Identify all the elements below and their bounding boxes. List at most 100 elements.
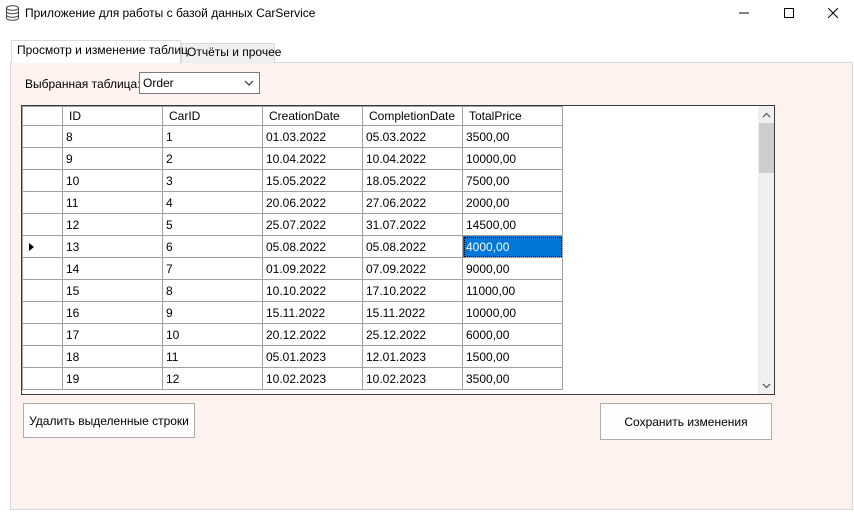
cell-id[interactable]: 19 (62, 367, 163, 390)
cell-completiondate[interactable]: 07.09.2022 (362, 257, 463, 280)
table-row[interactable]: 19 12 10.02.2023 10.02.2023 3500,00 (22, 367, 563, 390)
cell-completiondate[interactable]: 05.08.2022 (362, 235, 463, 258)
cell-id[interactable]: 14 (62, 257, 163, 280)
cell-creationdate[interactable]: 20.12.2022 (262, 323, 363, 346)
cell-totalprice[interactable]: 6000,00 (462, 323, 563, 346)
table-select[interactable]: Order (139, 72, 260, 94)
cell-id[interactable]: 17 (62, 323, 163, 346)
cell-id[interactable]: 8 (62, 125, 163, 148)
save-changes-button[interactable]: Сохранить изменения (600, 403, 772, 440)
cell-creationdate[interactable]: 05.08.2022 (262, 235, 363, 258)
cell-totalprice[interactable]: 2000,00 (462, 191, 563, 214)
cell-creationdate[interactable]: 01.03.2022 (262, 125, 363, 148)
table-row[interactable]: 9 2 10.04.2022 10.04.2022 10000,00 (22, 147, 563, 170)
cell-totalprice[interactable]: 14500,00 (462, 213, 563, 236)
table-row[interactable]: 14 7 01.09.2022 07.09.2022 9000,00 (22, 257, 563, 280)
table-row[interactable]: 17 10 20.12.2022 25.12.2022 6000,00 (22, 323, 563, 346)
delete-selected-rows-button[interactable]: Удалить выделенные строки (23, 403, 195, 438)
cell-completiondate[interactable]: 05.03.2022 (362, 125, 463, 148)
column-header-completiondate[interactable]: CompletionDate (362, 106, 463, 126)
cell-totalprice[interactable]: 7500,00 (462, 169, 563, 192)
cell-creationdate[interactable]: 15.05.2022 (262, 169, 363, 192)
cell-carid[interactable]: 10 (162, 323, 263, 346)
cell-completiondate[interactable]: 31.07.2022 (362, 213, 463, 236)
cell-totalprice[interactable]: 4000,00 (462, 235, 563, 258)
column-header-carid[interactable]: CarID (162, 106, 263, 126)
cell-totalprice[interactable]: 11000,00 (462, 279, 563, 302)
scroll-up-button[interactable] (758, 106, 774, 123)
cell-totalprice[interactable]: 9000,00 (462, 257, 563, 280)
table-row[interactable]: 11 4 20.06.2022 27.06.2022 2000,00 (22, 191, 563, 214)
table-row[interactable]: 16 9 15.11.2022 15.11.2022 10000,00 (22, 301, 563, 324)
cell-carid[interactable]: 1 (162, 125, 263, 148)
cell-completiondate[interactable]: 10.02.2023 (362, 367, 463, 390)
column-header-totalprice[interactable]: TotalPrice (462, 106, 563, 126)
cell-carid[interactable]: 11 (162, 345, 263, 368)
cell-totalprice[interactable]: 3500,00 (462, 367, 563, 390)
scroll-thumb[interactable] (759, 123, 774, 173)
table-row[interactable]: 13 6 05.08.2022 05.08.2022 4000,00 (22, 235, 563, 258)
cell-creationdate[interactable]: 20.06.2022 (262, 191, 363, 214)
tab-view-edit-tables[interactable]: Просмотр и изменение таблиц (11, 40, 188, 63)
cell-creationdate[interactable]: 10.02.2023 (262, 367, 363, 390)
cell-id[interactable]: 11 (62, 191, 163, 214)
column-header-id[interactable]: ID (62, 106, 163, 126)
row-header[interactable] (22, 345, 63, 368)
cell-totalprice[interactable]: 10000,00 (462, 301, 563, 324)
row-header[interactable] (22, 279, 63, 302)
cell-id[interactable]: 12 (62, 213, 163, 236)
vertical-scrollbar[interactable] (758, 106, 774, 394)
cell-carid[interactable]: 8 (162, 279, 263, 302)
scroll-down-button[interactable] (758, 377, 774, 394)
row-header[interactable] (22, 367, 63, 390)
header-corner[interactable] (22, 106, 63, 126)
data-grid[interactable]: ID CarID CreationDate CompletionDate Tot… (21, 105, 775, 395)
row-header[interactable] (22, 301, 63, 324)
table-row[interactable]: 15 8 10.10.2022 17.10.2022 11000,00 (22, 279, 563, 302)
cell-id[interactable]: 13 (62, 235, 163, 258)
minimize-button[interactable] (722, 0, 766, 26)
cell-creationdate[interactable]: 10.10.2022 (262, 279, 363, 302)
close-button[interactable] (811, 0, 854, 26)
row-header[interactable] (22, 235, 63, 258)
row-header[interactable] (22, 191, 63, 214)
cell-totalprice[interactable]: 1500,00 (462, 345, 563, 368)
cell-carid[interactable]: 6 (162, 235, 263, 258)
maximize-button[interactable] (767, 0, 811, 26)
row-header[interactable] (22, 169, 63, 192)
cell-carid[interactable]: 4 (162, 191, 263, 214)
cell-id[interactable]: 18 (62, 345, 163, 368)
cell-creationdate[interactable]: 01.09.2022 (262, 257, 363, 280)
row-header[interactable] (22, 257, 63, 280)
cell-creationdate[interactable]: 10.04.2022 (262, 147, 363, 170)
cell-completiondate[interactable]: 12.01.2023 (362, 345, 463, 368)
cell-creationdate[interactable]: 15.11.2022 (262, 301, 363, 324)
cell-carid[interactable]: 12 (162, 367, 263, 390)
row-header[interactable] (22, 125, 63, 148)
cell-carid[interactable]: 7 (162, 257, 263, 280)
cell-carid[interactable]: 3 (162, 169, 263, 192)
cell-completiondate[interactable]: 27.06.2022 (362, 191, 463, 214)
cell-id[interactable]: 10 (62, 169, 163, 192)
cell-id[interactable]: 16 (62, 301, 163, 324)
cell-carid[interactable]: 9 (162, 301, 263, 324)
cell-id[interactable]: 15 (62, 279, 163, 302)
cell-totalprice[interactable]: 10000,00 (462, 147, 563, 170)
cell-completiondate[interactable]: 15.11.2022 (362, 301, 463, 324)
table-row[interactable]: 8 1 01.03.2022 05.03.2022 3500,00 (22, 125, 563, 148)
cell-completiondate[interactable]: 10.04.2022 (362, 147, 463, 170)
cell-creationdate[interactable]: 25.07.2022 (262, 213, 363, 236)
cell-completiondate[interactable]: 17.10.2022 (362, 279, 463, 302)
column-header-creationdate[interactable]: CreationDate (262, 106, 363, 126)
row-header[interactable] (22, 323, 63, 346)
row-header[interactable] (22, 213, 63, 236)
cell-id[interactable]: 9 (62, 147, 163, 170)
table-row[interactable]: 18 11 05.01.2023 12.01.2023 1500,00 (22, 345, 563, 368)
cell-carid[interactable]: 5 (162, 213, 263, 236)
cell-completiondate[interactable]: 25.12.2022 (362, 323, 463, 346)
cell-completiondate[interactable]: 18.05.2022 (362, 169, 463, 192)
cell-creationdate[interactable]: 05.01.2023 (262, 345, 363, 368)
row-header[interactable] (22, 147, 63, 170)
table-row[interactable]: 10 3 15.05.2022 18.05.2022 7500,00 (22, 169, 563, 192)
tab-reports[interactable]: Отчёты и прочее (181, 43, 281, 63)
